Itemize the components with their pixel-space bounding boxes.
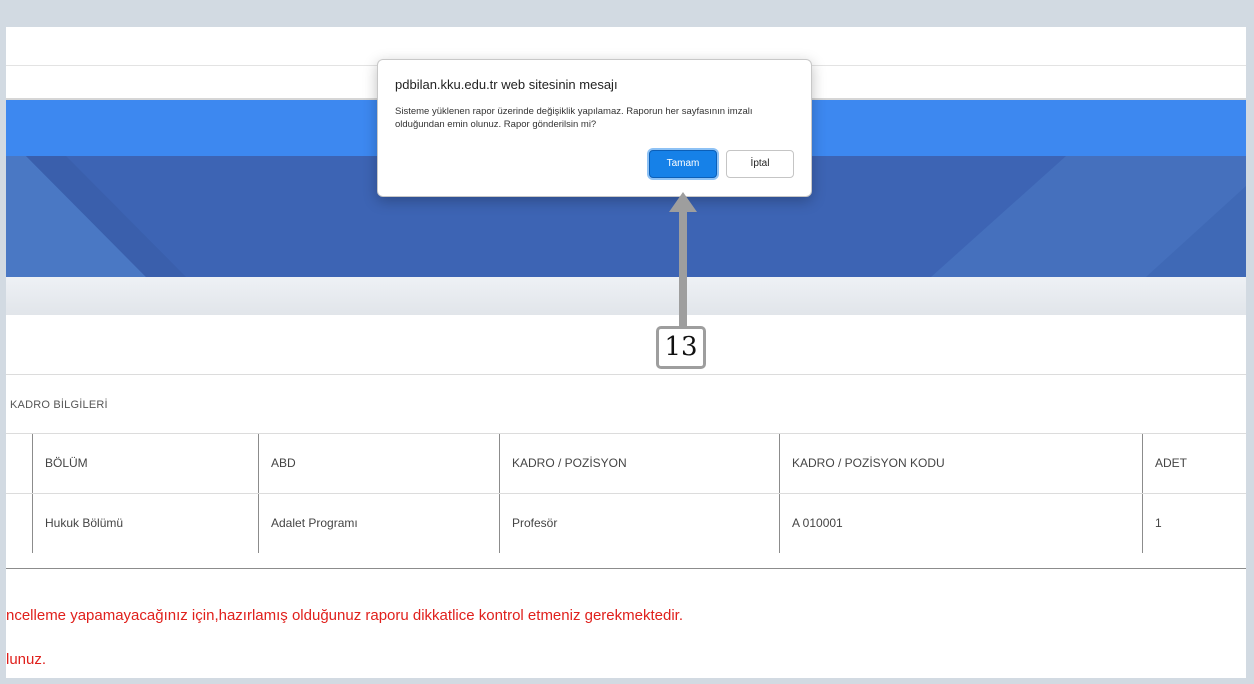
table-cell: Hukuk Bölümü bbox=[32, 494, 258, 553]
cancel-button[interactable]: İptal bbox=[726, 150, 794, 178]
column-header: ABD bbox=[258, 434, 499, 493]
column-header: KADRO / POZİSYON KODU bbox=[779, 434, 1142, 493]
table-cell: 1 bbox=[1142, 494, 1246, 553]
table-cell: A 010001 bbox=[779, 494, 1142, 553]
column-header: KADRO / POZİSYON bbox=[499, 434, 779, 493]
dialog-title: pdbilan.kku.edu.tr web sitesinin mesajı bbox=[395, 77, 618, 92]
confirm-dialog: pdbilan.kku.edu.tr web sitesinin mesajı … bbox=[377, 59, 812, 197]
table-header-row: BÖLÜM ABD KADRO / POZİSYON KADRO / POZİS… bbox=[6, 434, 1246, 494]
grey-strip bbox=[6, 277, 1246, 315]
dialog-message: Sisteme yüklenen rapor üzerinde değişikl… bbox=[395, 106, 753, 130]
step-callout: 13 bbox=[656, 326, 706, 369]
arrow-up-icon bbox=[669, 192, 697, 326]
table-row: Hukuk Bölümü Adalet Programı Profesör A … bbox=[6, 494, 1246, 553]
ok-button[interactable]: Tamam bbox=[649, 150, 717, 178]
column-header: BÖLÜM bbox=[32, 434, 258, 493]
warning-notice: lunuz. bbox=[6, 651, 47, 668]
table-cell: Adalet Programı bbox=[258, 494, 499, 553]
kadro-table: BÖLÜM ABD KADRO / POZİSYON KADRO / POZİS… bbox=[6, 433, 1246, 569]
divider bbox=[6, 374, 1246, 375]
warning-notice: ncelleme yapamayacağınız için,hazırlamış… bbox=[6, 607, 683, 624]
table-cell: Profesör bbox=[499, 494, 779, 553]
section-title: KADRO BİLGİLERİ bbox=[10, 399, 108, 411]
column-header: ADET bbox=[1142, 434, 1246, 493]
